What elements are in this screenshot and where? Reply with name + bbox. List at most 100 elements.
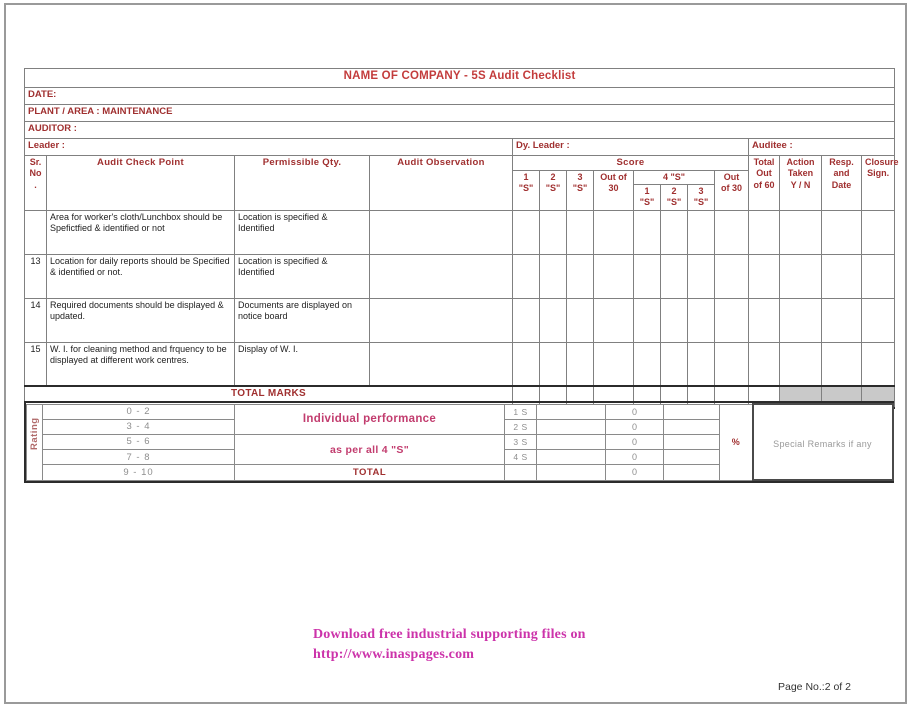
leader-field-label[interactable]: Leader : [24, 138, 513, 156]
summary-extra-1s[interactable] [663, 403, 720, 420]
summary-extra-3s[interactable] [663, 433, 720, 451]
row-action-taken[interactable] [779, 297, 822, 343]
row-action-taken[interactable] [779, 253, 822, 299]
rating-scale-9-10: 9 - 10 [42, 464, 235, 481]
row-total-out-of-60[interactable] [748, 341, 780, 388]
audit-checklist-table: NAME OF COMPANY - 5S Audit Checklist DAT… [23, 68, 899, 410]
summary-total-value: 0 [605, 464, 664, 481]
special-remarks-cell[interactable]: Special Remarks if any [751, 403, 894, 481]
row-total-out-of-60[interactable] [748, 253, 780, 299]
row-out-of-30-first[interactable] [593, 297, 634, 343]
people-row: Leader : Dy. Leader : Auditee : [24, 138, 896, 156]
row-four-s-2s[interactable] [660, 297, 688, 343]
row-score-3s[interactable] [566, 253, 594, 299]
row-four-s-3s[interactable] [687, 209, 715, 255]
dy-leader-field-label[interactable]: Dy. Leader : [512, 138, 749, 156]
summary-extra-2s[interactable] [663, 418, 720, 435]
row-four-s-2s[interactable] [660, 253, 688, 299]
row-sr-no: 13 [24, 253, 47, 299]
row-four-s-1s[interactable] [633, 341, 661, 388]
plant-area-field-label[interactable]: PLANT / AREA : MAINTENANCE [23, 104, 896, 122]
row-resp-and-date[interactable] [821, 209, 862, 255]
row-score-2s[interactable] [539, 297, 567, 343]
row-audit-check-point: Area for worker's cloth/Lunchbox should … [46, 209, 235, 255]
row-resp-and-date[interactable] [821, 341, 862, 388]
row-permissible-qty: Location is specified & Identified [234, 209, 370, 255]
row-audit-observation[interactable] [369, 253, 513, 299]
row-score-1s[interactable] [512, 209, 540, 255]
row-score-3s[interactable] [566, 209, 594, 255]
row-four-s-3s[interactable] [687, 341, 715, 388]
row-four-s-1s[interactable] [633, 253, 661, 299]
auditee-field-label[interactable]: Auditee : [747, 138, 896, 156]
row-four-s-3s[interactable] [687, 297, 715, 343]
rating-vertical-label: Rating [26, 403, 43, 481]
row-total-out-of-60[interactable] [748, 209, 780, 255]
summary-input-3s[interactable] [536, 433, 606, 451]
row-closure-sign[interactable] [860, 253, 896, 299]
table-row: Area for worker's cloth/Lunchbox should … [24, 209, 896, 255]
summary-value-1s: 0 [605, 403, 664, 420]
row-four-s-3s[interactable] [687, 253, 715, 299]
row-score-2s[interactable] [539, 253, 567, 299]
date-field-label[interactable]: DATE: [23, 87, 896, 105]
row-score-1s[interactable] [512, 253, 540, 299]
row-audit-observation[interactable] [369, 341, 513, 388]
header-four-s-3s: 3 "S" [687, 184, 715, 211]
promo-footer: Download free industrial supporting file… [313, 625, 586, 666]
row-four-s-2s[interactable] [660, 341, 688, 388]
row-score-1s[interactable] [512, 341, 540, 388]
promo-url[interactable]: http://www.inaspages.com [313, 645, 586, 665]
summary-extra-4s[interactable] [663, 449, 720, 466]
row-score-1s[interactable] [512, 297, 540, 343]
header-sr-no-line2: No [29, 168, 42, 179]
row-four-s-1s[interactable] [633, 297, 661, 343]
row-audit-check-point: Required documents should be displayed &… [46, 297, 235, 343]
header-score-2s-num: 2 [550, 171, 556, 182]
row-out-of-30-first[interactable] [593, 209, 634, 255]
row-sr-no: 14 [24, 297, 47, 343]
row-score-3s[interactable] [566, 341, 594, 388]
summary-input-1s[interactable] [536, 403, 606, 420]
header-score: Score [512, 155, 749, 171]
row-closure-sign[interactable] [860, 297, 896, 343]
row-out-of-30-first[interactable] [593, 253, 634, 299]
rating-label-text: Rating [29, 416, 40, 450]
header-closure-line2: Sign. [867, 168, 890, 179]
summary-total-extra[interactable] [663, 464, 720, 481]
row-audit-observation[interactable] [369, 297, 513, 343]
row-resp-and-date[interactable] [821, 297, 862, 343]
row-out-of-30-second[interactable] [714, 209, 749, 255]
row-score-2s[interactable] [539, 341, 567, 388]
row-audit-observation[interactable] [369, 209, 513, 255]
summary-input-2s[interactable] [536, 418, 606, 435]
row-out-of-30-second[interactable] [714, 341, 749, 388]
row-score-3s[interactable] [566, 297, 594, 343]
row-resp-and-date[interactable] [821, 253, 862, 299]
row-out-of-30-second[interactable] [714, 253, 749, 299]
header-four-s-1s: 1 "S" [633, 184, 661, 211]
row-closure-sign[interactable] [860, 209, 896, 255]
row-out-of-30-second[interactable] [714, 297, 749, 343]
row-total-out-of-60[interactable] [748, 297, 780, 343]
row-permissible-qty: Documents are displayed on notice board [234, 297, 370, 343]
header-score-3s: 3 "S" [566, 169, 594, 211]
header-score-3s-num: 3 [577, 171, 583, 182]
header-resp-line1: Resp. [829, 157, 854, 167]
auditor-field-label[interactable]: AUDITOR : [23, 121, 896, 139]
row-action-taken[interactable] [779, 341, 822, 388]
row-audit-check-point: Location for daily reports should be Spe… [46, 253, 235, 299]
row-four-s-1s[interactable] [633, 209, 661, 255]
header-resp-and-date: Resp. and Date [821, 155, 862, 211]
row-closure-sign[interactable] [860, 341, 896, 388]
row-permissible-qty: Location is specified & Identified [234, 253, 370, 299]
row-score-2s[interactable] [539, 209, 567, 255]
header-out-of-30-second-line1: Out [723, 171, 740, 182]
summary-total-input[interactable] [536, 464, 606, 481]
row-action-taken[interactable] [779, 209, 822, 255]
row-four-s-2s[interactable] [660, 209, 688, 255]
row-out-of-30-first[interactable] [593, 341, 634, 388]
percent-cell: % [719, 403, 753, 481]
summary-input-4s[interactable] [536, 449, 606, 466]
header-sr-no: Sr. No . [24, 155, 47, 211]
